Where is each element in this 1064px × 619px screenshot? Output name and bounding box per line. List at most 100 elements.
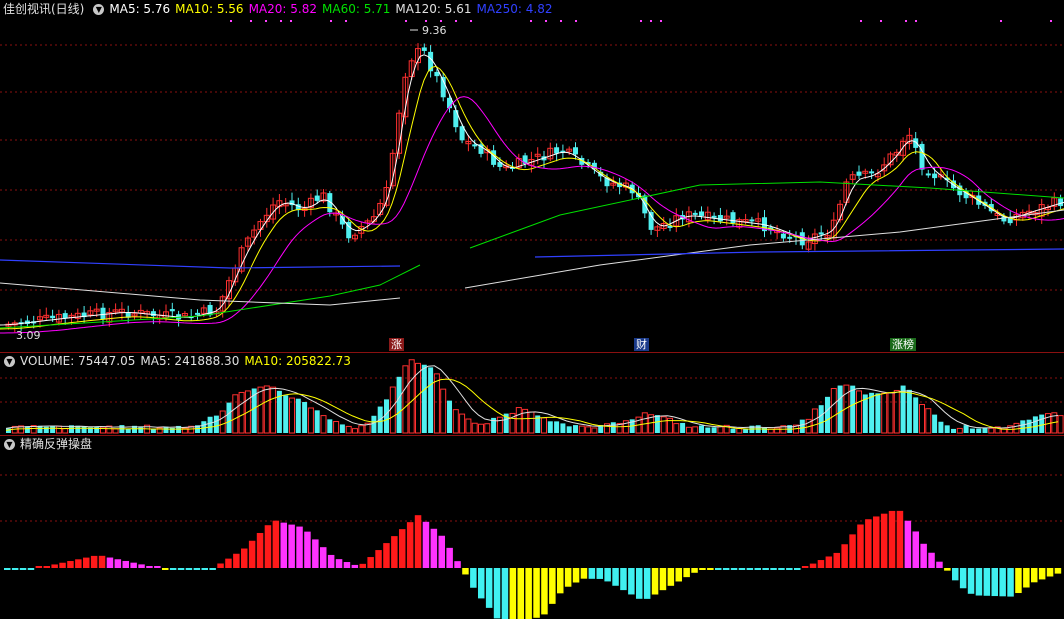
oscillator-bar xyxy=(659,568,667,591)
volume-bar xyxy=(825,396,830,433)
oscillator-bar xyxy=(778,568,785,570)
signal-dot xyxy=(650,20,652,22)
oscillator-bar xyxy=(683,568,690,578)
oscillator-bar xyxy=(59,562,66,568)
collapse-volume-icon[interactable]: ▼ xyxy=(4,355,15,367)
oscillator-bar xyxy=(51,564,58,568)
oscillator-bar xyxy=(999,568,1006,597)
volume-bar xyxy=(81,426,87,433)
ma60-line xyxy=(0,181,1064,329)
oscillator-bar xyxy=(162,568,169,570)
oscillator-bar xyxy=(27,568,35,570)
candle-body xyxy=(50,315,56,319)
oscillator-bar xyxy=(375,550,382,568)
volume-bar xyxy=(654,415,660,433)
oscillator-bar xyxy=(98,555,106,568)
volume-bar xyxy=(1039,414,1045,433)
candle-body xyxy=(932,173,938,179)
oscillator-bar xyxy=(596,568,603,579)
oscillator-bar xyxy=(564,568,572,587)
volume-bar xyxy=(591,427,598,434)
signal-dot xyxy=(880,20,882,22)
volume-bar xyxy=(447,400,452,433)
oscillator-bar xyxy=(517,568,524,619)
volume-bar xyxy=(610,422,616,433)
price-high-label: 9.36 xyxy=(422,24,447,37)
indicator-header: ▼ 精确反弹操盘 xyxy=(0,435,97,453)
volume-bar xyxy=(541,417,547,434)
volume-bar xyxy=(573,425,578,433)
signal-dot xyxy=(405,20,407,22)
signal-dot xyxy=(915,20,917,22)
oscillator-bar xyxy=(185,568,193,570)
signal-dot xyxy=(545,20,547,22)
signal-dot xyxy=(530,20,532,22)
oscillator-bar xyxy=(620,568,627,591)
candle-body xyxy=(856,171,862,176)
oscillator-bar xyxy=(944,568,951,571)
volume-bar xyxy=(515,407,522,434)
oscillator-bar xyxy=(952,568,959,581)
oscillator-bar xyxy=(1007,568,1014,597)
volume-bar xyxy=(938,421,944,433)
volume-bar xyxy=(263,385,270,434)
candle-body xyxy=(787,236,793,239)
event-tag-zhangbang[interactable]: 涨榜 xyxy=(890,338,916,351)
event-tag-zhang[interactable]: 涨 xyxy=(389,338,404,351)
candle-body xyxy=(913,138,919,148)
candlestick-chart[interactable] xyxy=(0,0,1064,352)
volume-bar xyxy=(913,397,919,433)
oscillator-bar xyxy=(746,568,754,570)
volume-bar xyxy=(547,421,553,433)
volume-bar xyxy=(408,359,415,434)
ma5-legend: MA5: 5.76 xyxy=(109,2,171,16)
volume-bar xyxy=(201,421,207,433)
oscillator-bar xyxy=(256,532,264,568)
stock-title: 佳创视讯(日线) xyxy=(3,2,85,16)
volume-bar xyxy=(585,426,592,434)
volume-bar xyxy=(428,367,434,433)
oscillator-bar xyxy=(762,568,769,570)
signal-dot xyxy=(250,20,252,22)
oscillator-bar xyxy=(422,521,430,568)
oscillator-bar xyxy=(525,568,532,619)
signal-dot xyxy=(1000,20,1002,22)
volume-bar xyxy=(881,392,888,434)
oscillator-bar xyxy=(896,510,904,568)
oscillator-bar xyxy=(604,568,611,582)
oscillator-bar xyxy=(493,568,501,619)
oscillator-bar xyxy=(406,522,414,568)
candle-body xyxy=(925,173,931,176)
oscillator-bar xyxy=(730,568,738,570)
volume-bar xyxy=(944,425,950,433)
ma10-legend: MA10: 5.56 xyxy=(175,2,244,16)
volume-bar xyxy=(37,425,43,433)
volume-bar xyxy=(459,413,466,434)
volume-bar xyxy=(705,427,711,433)
oscillator-chart[interactable] xyxy=(0,435,1064,619)
event-tag-cai[interactable]: 财 xyxy=(634,338,649,351)
candle-body xyxy=(818,232,824,235)
oscillator-bar xyxy=(770,568,777,570)
volume-bar xyxy=(232,394,239,434)
oscillator-bar xyxy=(169,568,177,570)
signal-dot xyxy=(470,20,472,22)
oscillator-bar xyxy=(11,568,19,570)
oscillator-bar xyxy=(841,544,848,568)
oscillator-bar xyxy=(351,564,359,568)
collapse-price-icon[interactable]: ▼ xyxy=(93,3,105,15)
oscillator-bar xyxy=(225,558,232,568)
oscillator-bar xyxy=(446,547,453,568)
oscillator-bar xyxy=(643,568,651,599)
volume-panel[interactable]: ▼ VOLUME: 75447.05 MA5: 241888.30 MA10: … xyxy=(0,352,1064,435)
oscillator-bar xyxy=(715,568,722,570)
candle-body xyxy=(699,211,704,216)
volume-bar xyxy=(811,408,818,434)
ma250-line xyxy=(0,248,1064,269)
indicator-panel[interactable]: ▼ 精确反弹操盘 xyxy=(0,435,1064,619)
collapse-indicator-icon[interactable]: ▼ xyxy=(4,438,15,450)
oscillator-bar xyxy=(707,568,714,570)
price-chart-panel[interactable]: 佳创视讯(日线) ▼ MA5: 5.76 MA10: 5.56 MA20: 5.… xyxy=(0,0,1064,352)
volume-bar xyxy=(421,364,427,433)
volume-bar xyxy=(452,409,459,434)
